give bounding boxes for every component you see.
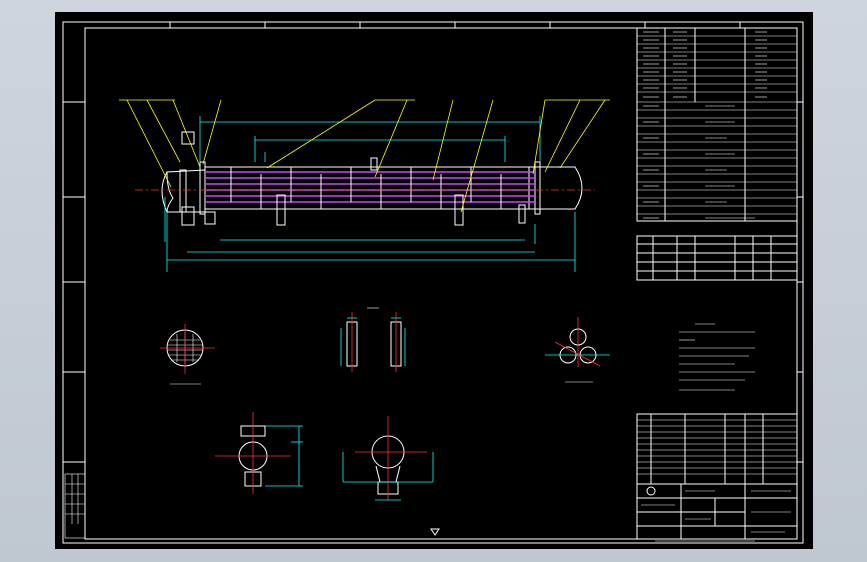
- title-block: [636, 483, 798, 540]
- tube-pattern-view: [545, 317, 610, 383]
- revision-stamp: [64, 473, 86, 539]
- right-head: [535, 166, 583, 210]
- design-data-table: [636, 27, 798, 222]
- inner-frame: [84, 27, 798, 540]
- tube-sheet-view: [160, 324, 215, 385]
- drawing-svg: [62, 21, 804, 544]
- technical-notes: [679, 323, 755, 391]
- projection-symbol: [430, 528, 440, 536]
- design-data-rows: [637, 35, 797, 215]
- main-elevation-view: [119, 99, 610, 272]
- baffle-detail-view: [340, 307, 406, 372]
- parts-list: [636, 413, 798, 485]
- dimension-lines: [164, 116, 576, 272]
- section-view-a: [215, 412, 303, 494]
- drawing-canvas[interactable]: [55, 12, 813, 549]
- zone-ticks: [63, 22, 803, 463]
- cad-viewport[interactable]: [0, 0, 867, 562]
- tube-bundle: [205, 171, 535, 203]
- parts-list-rows: [637, 419, 797, 475]
- nozzle-table: [636, 235, 798, 281]
- section-view-b: [342, 416, 434, 501]
